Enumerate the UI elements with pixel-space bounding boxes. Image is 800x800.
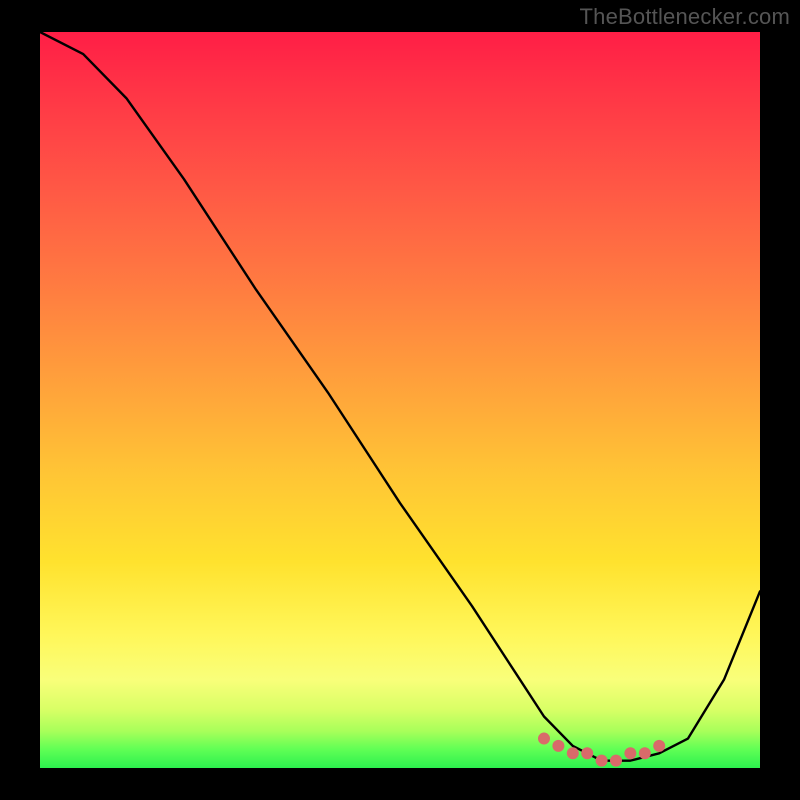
trough-marker [596,755,608,767]
trough-marker [581,747,593,759]
trough-marker [538,733,550,745]
trough-marker [624,747,636,759]
curve-layer [40,32,760,768]
trough-marker [610,755,622,767]
attribution-label: TheBottlenecker.com [580,4,790,30]
trough-marker [653,740,665,752]
plot-area [40,32,760,768]
bottleneck-curve-path [40,32,760,761]
chart-frame: TheBottlenecker.com [0,0,800,800]
trough-marker [639,747,651,759]
trough-marker-group [538,733,665,767]
trough-marker [552,740,564,752]
trough-marker [567,747,579,759]
